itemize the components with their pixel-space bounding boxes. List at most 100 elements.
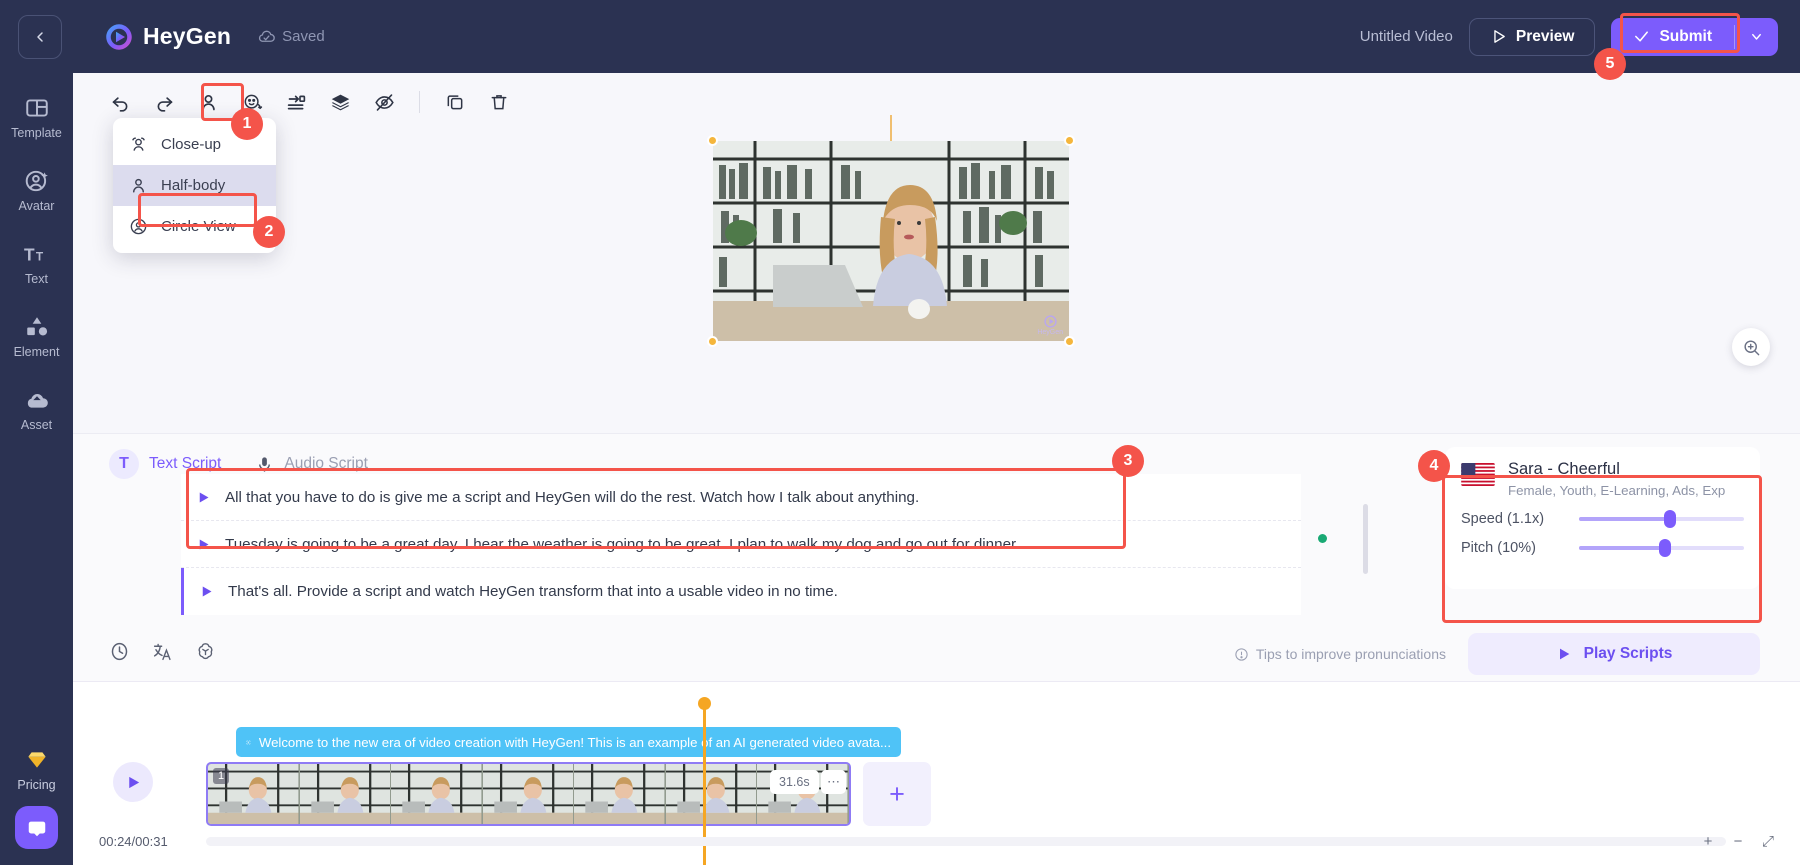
add-clip-button[interactable]: + xyxy=(863,762,931,826)
resize-handle-tl[interactable] xyxy=(707,135,718,146)
line-text: That's all. Provide a script and watch H… xyxy=(228,583,838,600)
line-text: Tuesday is going to be a great day. I he… xyxy=(225,535,1020,553)
line-play-button[interactable] xyxy=(181,490,225,505)
video-frame-graphic xyxy=(713,141,1069,341)
sidebar-item-asset[interactable]: Asset xyxy=(0,387,73,432)
sidebar-item-label: Asset xyxy=(20,418,53,432)
ai-assistant-button[interactable] xyxy=(195,641,216,667)
speed-slider-knob[interactable] xyxy=(1663,510,1676,528)
script-lines: All that you have to do is give me a scr… xyxy=(181,474,1301,615)
preview-button[interactable]: Preview xyxy=(1468,17,1596,56)
submit-dropdown-button[interactable] xyxy=(1735,19,1778,54)
redo-icon xyxy=(157,96,172,112)
zoom-in-icon xyxy=(1743,339,1759,355)
sidebar-item-template[interactable]: Template xyxy=(0,95,73,140)
chevron-left-icon xyxy=(37,31,43,42)
video-canvas[interactable]: HeyGen xyxy=(707,115,1075,347)
sidebar-item-element[interactable]: Element xyxy=(0,314,73,359)
toolbar-divider xyxy=(419,91,420,113)
layers-button[interactable] xyxy=(321,85,359,119)
clip-number: 1 xyxy=(213,768,229,784)
timeline-play-button[interactable] xyxy=(113,762,153,802)
submit-button[interactable]: Submit xyxy=(1611,18,1734,56)
check-icon xyxy=(1635,31,1649,42)
resize-handle-br[interactable] xyxy=(1064,336,1075,347)
sidebar-item-pricing[interactable]: Pricing xyxy=(0,747,73,792)
script-scrollbar[interactable] xyxy=(1363,504,1368,574)
playhead-handle[interactable] xyxy=(698,697,711,710)
sidebar-item-avatar[interactable]: Avatar xyxy=(0,168,73,213)
tab-audio-script[interactable]: Audio Script xyxy=(255,455,368,474)
zoom-out-button[interactable]: − xyxy=(1726,830,1750,852)
clip-frame xyxy=(482,764,575,824)
voice-settings-card[interactable]: Sara - Cheerful Female, Youth, E-Learnin… xyxy=(1445,447,1760,589)
hide-button[interactable] xyxy=(365,85,403,119)
brand: HeyGen xyxy=(104,22,231,52)
translate-button[interactable] xyxy=(152,641,173,667)
voice-tags: Female, Youth, E-Learning, Ads, Exp xyxy=(1508,483,1726,498)
script-line[interactable]: That's all. Provide a script and watch H… xyxy=(181,568,1301,615)
play-icon xyxy=(199,539,208,549)
preview-label: Preview xyxy=(1515,27,1575,45)
sidebar-item-label: Avatar xyxy=(18,199,55,213)
zoom-in-button[interactable]: + xyxy=(1696,830,1720,852)
clip-more-button[interactable]: ⋯ xyxy=(821,770,846,794)
rotate-handle-line xyxy=(890,115,892,141)
duplicate-icon xyxy=(447,95,463,110)
info-icon xyxy=(1235,647,1248,661)
pitch-slider[interactable] xyxy=(1579,539,1744,557)
speed-slider[interactable] xyxy=(1579,510,1744,528)
delete-button[interactable] xyxy=(480,85,518,119)
watermark: HeyGen xyxy=(1037,315,1063,336)
svg-text:T: T xyxy=(24,245,35,265)
svg-text:T: T xyxy=(35,250,43,264)
align-button[interactable] xyxy=(277,85,315,119)
pause-duration-button[interactable] xyxy=(109,641,130,667)
play-scripts-button[interactable]: Play Scripts xyxy=(1468,633,1760,675)
timeline-clip[interactable] xyxy=(206,762,851,826)
translate-icon xyxy=(153,643,171,661)
video-preview[interactable]: HeyGen xyxy=(713,141,1069,341)
script-line[interactable]: All that you have to do is give me a scr… xyxy=(181,474,1301,521)
openai-icon xyxy=(198,643,213,659)
video-title[interactable]: Untitled Video xyxy=(1360,28,1453,45)
redo-button[interactable] xyxy=(145,85,183,119)
timeline-zoom-controls: + − ⤢ xyxy=(1696,830,1780,852)
pitch-label: Pitch (10%) xyxy=(1461,540,1536,556)
saved-status: Saved xyxy=(257,27,325,46)
microphone-icon xyxy=(259,456,271,472)
tab-label: Text Script xyxy=(149,455,222,472)
status-dot xyxy=(1318,534,1327,543)
duplicate-button[interactable] xyxy=(436,85,474,119)
us-flag-icon xyxy=(1461,463,1495,486)
sidebar-item-text[interactable]: T T Text xyxy=(0,241,73,287)
top-bar: HeyGen Saved Untitled Video Preview Subm… xyxy=(0,0,1800,73)
undo-button[interactable] xyxy=(101,85,139,119)
script-panel: T Text Script Audio Script All that you … xyxy=(73,433,1800,681)
menu-item-half-body[interactable]: Half-body xyxy=(113,165,276,206)
pitch-slider-knob[interactable] xyxy=(1658,539,1671,557)
menu-item-label: Circle View xyxy=(161,218,236,235)
caption-track-item[interactable]: Welcome to the new era of video creation… xyxy=(236,727,901,757)
canvas-toolbar xyxy=(73,73,1800,119)
chat-support-button[interactable] xyxy=(15,806,58,849)
pitch-slider-row: Pitch (10%) xyxy=(1461,539,1744,557)
clip-frame xyxy=(574,764,666,824)
timeline-scrollbar[interactable] xyxy=(206,837,1726,846)
line-play-button[interactable] xyxy=(184,584,228,599)
pitch-slider-fill xyxy=(1579,546,1665,550)
back-button[interactable] xyxy=(18,14,62,59)
line-play-button[interactable] xyxy=(181,537,225,552)
pronunciation-tips[interactable]: Tips to improve pronunciations xyxy=(1234,646,1446,662)
clip-duration: 31.6s xyxy=(770,770,819,794)
heygen-watermark-icon xyxy=(1044,315,1057,328)
script-line[interactable]: Tuesday is going to be a great day. I he… xyxy=(181,521,1301,568)
speed-slider-row: Speed (1.1x) xyxy=(1461,510,1744,528)
fit-screen-button[interactable]: ⤢ xyxy=(1756,830,1780,852)
line-text: All that you have to do is give me a scr… xyxy=(225,488,920,506)
resize-handle-bl[interactable] xyxy=(707,336,718,347)
canvas-zoom-button[interactable] xyxy=(1732,328,1770,366)
avatar-crop-button[interactable] xyxy=(189,85,227,119)
resize-handle-tr[interactable] xyxy=(1064,135,1075,146)
menu-item-circle-view[interactable]: Circle View xyxy=(113,206,276,247)
